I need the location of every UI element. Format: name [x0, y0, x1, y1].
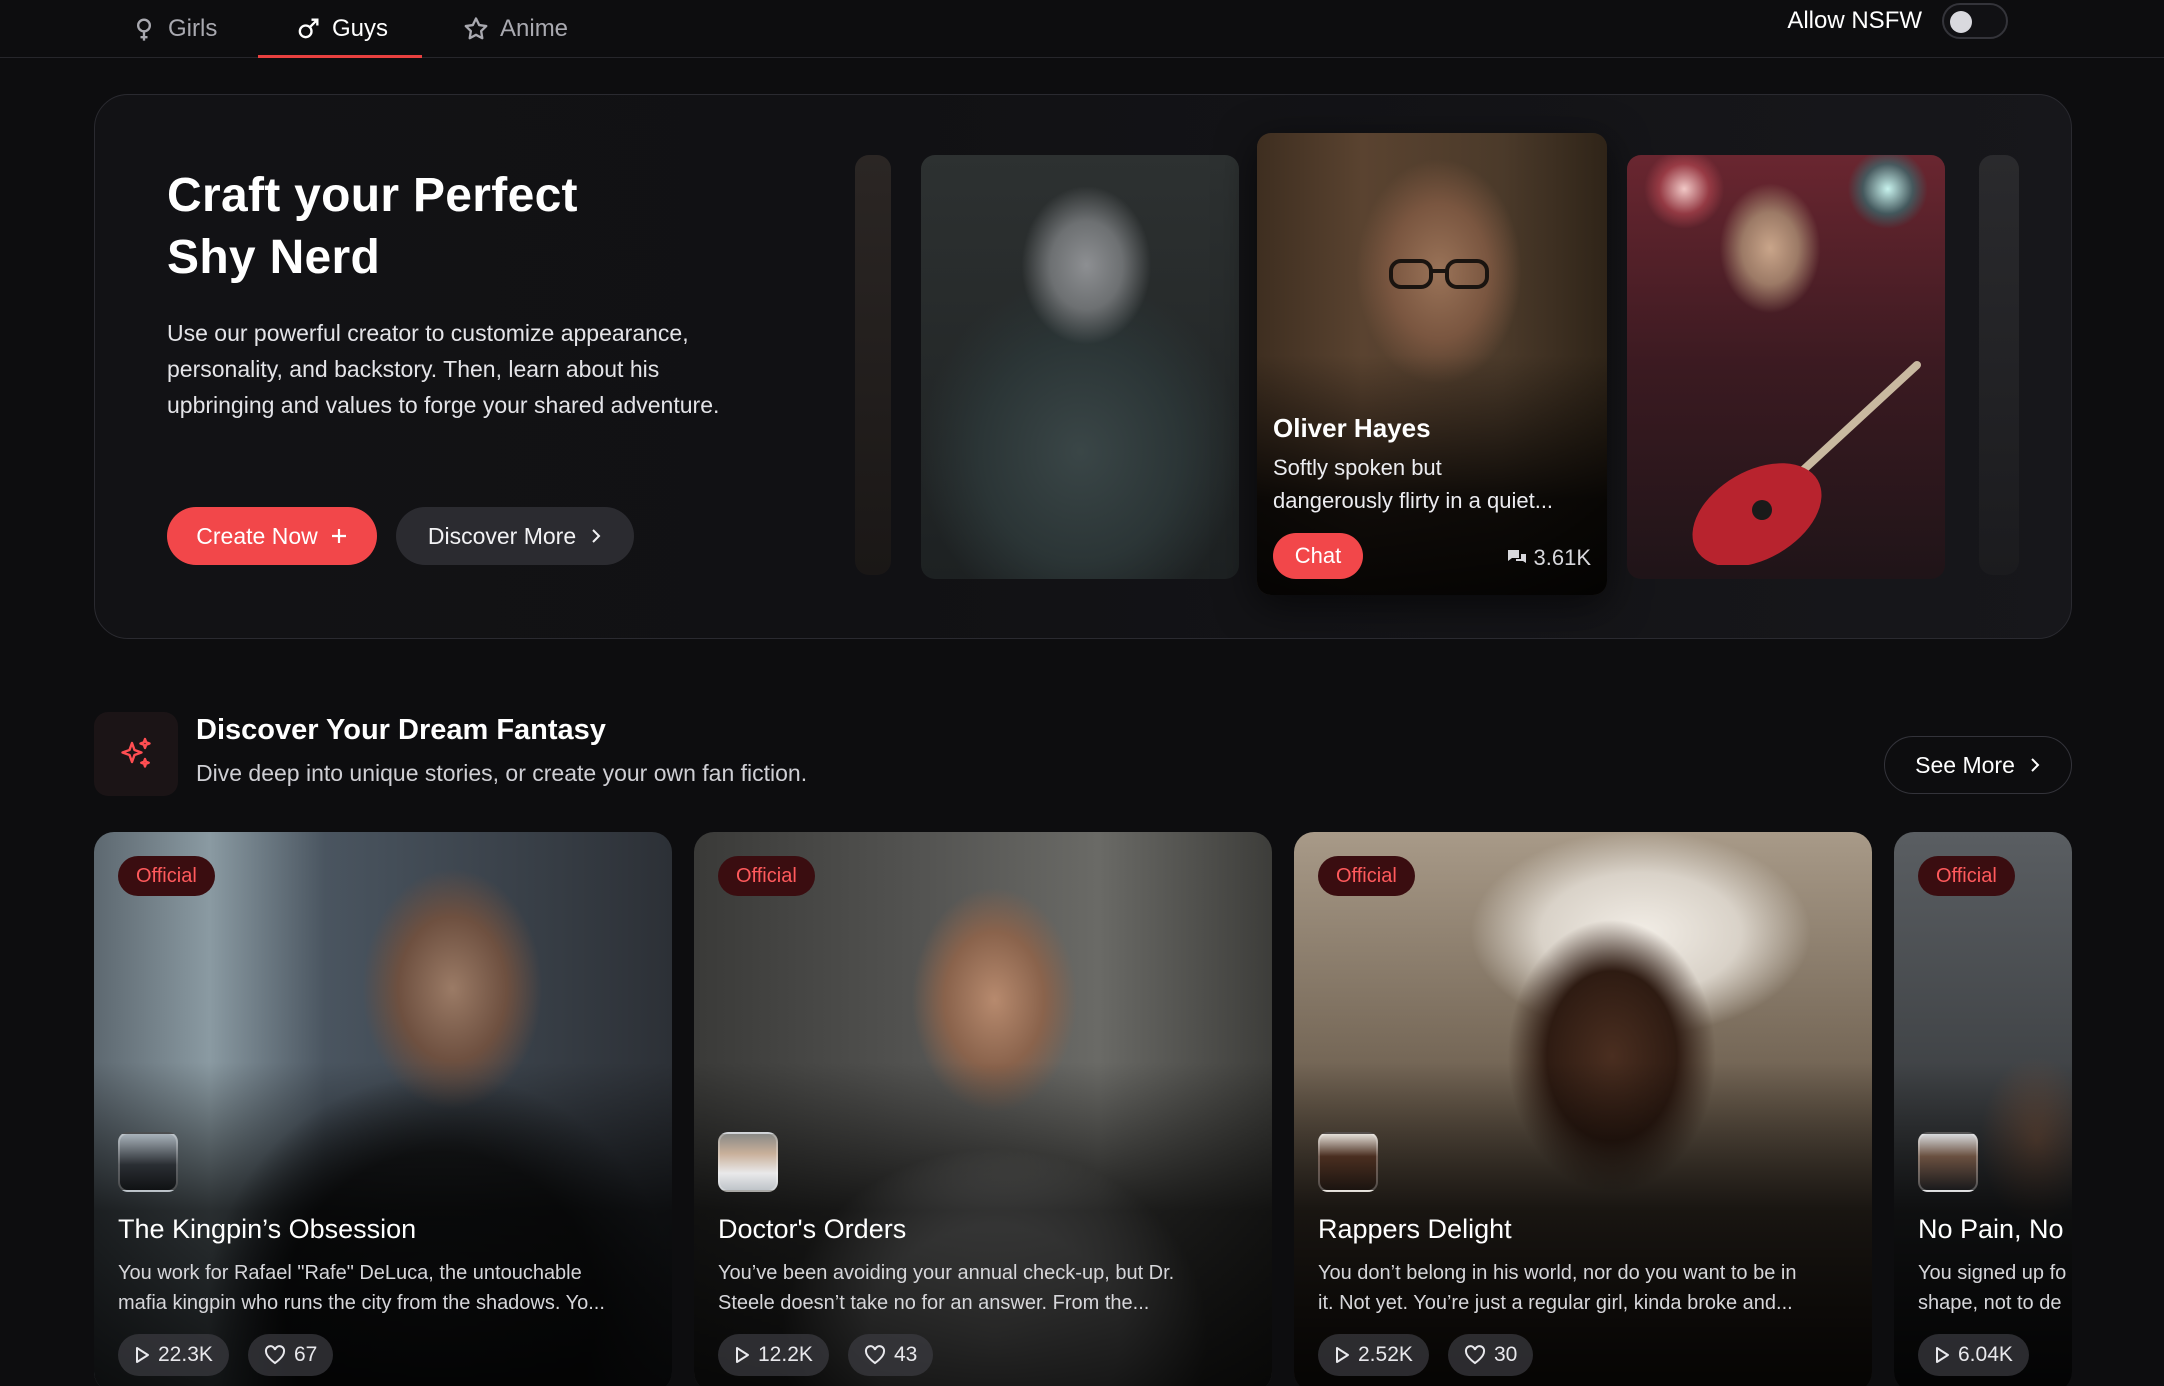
hero-title-line1: Craft your Perfect [167, 169, 578, 222]
story-description: You signed up fo shape, not to de [1918, 1258, 2068, 1318]
avatar [1318, 1132, 1378, 1192]
story-card-doctor[interactable]: Official Doctor's Orders You’ve been avo… [694, 832, 1272, 1386]
hero-title: Craft your Perfect Shy Nerd [167, 165, 767, 289]
play-count: 6.04K [1918, 1334, 2029, 1376]
story-desc-line1: You don’t belong in his world, nor do yo… [1318, 1262, 1797, 1284]
heart-icon [864, 1345, 886, 1365]
guitar-illustration [1692, 361, 1921, 565]
top-nav: Girls Guys Anime Allow NSFW [0, 0, 2164, 58]
tab-girls[interactable]: Girls [120, 0, 227, 58]
section-title: Discover Your Dream Fantasy [196, 714, 606, 746]
carousel-card-featured[interactable]: Oliver Hayes Softly spoken but dangerous… [1257, 133, 1607, 595]
chat-count: 3.61K [1506, 545, 1592, 571]
plus-icon [331, 529, 346, 543]
carousel-card-partial-left[interactable] [855, 155, 891, 575]
official-badge: Official [1918, 856, 2015, 896]
tab-guys[interactable]: Guys [284, 0, 398, 58]
story-desc-line1: You signed up fo [1918, 1262, 2067, 1284]
nsfw-setting: Allow NSFW [1787, 0, 2008, 42]
play-count-value: 2.52K [1358, 1343, 1413, 1366]
story-desc-line2: mafia kingpin who runs the city from the… [118, 1292, 605, 1314]
story-desc-line1: You work for Rafael "Rafe" DeLuca, the u… [118, 1262, 582, 1284]
sparkles-icon [121, 737, 151, 768]
story-desc-line1: You’ve been avoiding your annual check-u… [718, 1262, 1175, 1284]
like-count-value: 43 [894, 1343, 918, 1366]
discover-more-button[interactable]: Discover More [396, 507, 634, 565]
heart-icon [1464, 1345, 1486, 1365]
heart-icon [264, 1345, 286, 1365]
play-icon [136, 1347, 149, 1363]
play-count-value: 6.04K [1958, 1343, 2013, 1366]
story-title: The Kingpin’s Obsession [118, 1214, 417, 1244]
chat-count-value: 3.61K [1533, 545, 1592, 570]
nsfw-label: Allow NSFW [1787, 7, 1922, 34]
hero-title-line2: Shy Nerd [167, 231, 381, 284]
like-count: 43 [848, 1334, 934, 1376]
featured-desc-line2: dangerously flirty in a quiet... [1273, 488, 1554, 513]
featured-character-description: Softly spoken but dangerously flirty in … [1273, 451, 1593, 517]
see-more-button[interactable]: See More [1884, 736, 2072, 794]
female-icon [137, 18, 151, 41]
play-icon [1936, 1347, 1949, 1363]
play-icon [736, 1347, 749, 1363]
official-badge: Official [1318, 856, 1415, 896]
play-count-value: 22.3K [158, 1343, 213, 1366]
male-icon [298, 18, 319, 39]
play-count: 22.3K [118, 1334, 229, 1376]
tab-label: Girls [168, 15, 218, 42]
avatar [118, 1132, 178, 1192]
story-desc-line2: it. Not yet. You’re just a regular girl,… [1318, 1292, 1793, 1314]
story-card-no-pain[interactable]: Official No Pain, No You signed up fo sh… [1894, 832, 2072, 1386]
chat-bubbles-icon [1507, 550, 1526, 563]
section-icon-box [94, 712, 178, 796]
story-title: Doctor's Orders [718, 1214, 907, 1244]
create-now-label: Create Now [196, 522, 318, 549]
section-subtitle: Dive deep into unique stories, or create… [196, 760, 808, 786]
story-desc-line2: shape, not to de [1918, 1292, 2062, 1314]
like-count: 67 [248, 1334, 334, 1376]
like-count-value: 30 [1494, 1343, 1518, 1366]
toggle-knob [1950, 11, 1972, 33]
story-description: You don’t belong in his world, nor do yo… [1318, 1258, 1858, 1318]
featured-desc-line1: Softly spoken but [1273, 455, 1442, 480]
story-title: No Pain, No [1918, 1214, 2064, 1244]
tab-anime[interactable]: Anime [452, 0, 578, 58]
avatar [1918, 1132, 1978, 1192]
chat-button[interactable]: Chat [1273, 533, 1363, 579]
story-desc-line2: Steele doesn’t take no for an answer. Fr… [718, 1292, 1150, 1314]
carousel-card-partial-right[interactable] [1979, 155, 2019, 575]
story-title: Rappers Delight [1318, 1214, 1512, 1244]
hero-banner: Craft your Perfect Shy Nerd Use our powe… [94, 94, 2072, 639]
chevron-right-icon [2031, 758, 2040, 772]
like-count: 30 [1448, 1334, 1534, 1376]
like-count-value: 67 [294, 1343, 318, 1366]
hero-description: Use our powerful creator to customize ap… [167, 320, 720, 418]
play-icon [1336, 1347, 1349, 1363]
see-more-label: See More [1915, 751, 2015, 778]
avatar [718, 1132, 778, 1192]
chevron-right-icon [592, 529, 601, 543]
tab-label: Anime [500, 15, 569, 42]
play-count: 12.2K [718, 1334, 829, 1376]
official-badge: Official [718, 856, 815, 896]
official-badge: Official [118, 856, 215, 896]
story-description: You’ve been avoiding your annual check-u… [718, 1258, 1258, 1318]
story-card-kingpin[interactable]: Official The Kingpin’s Obsession You wor… [94, 832, 672, 1386]
carousel-card-guitarist[interactable] [1627, 155, 1945, 579]
nsfw-toggle[interactable] [1942, 3, 2008, 39]
glasses-illustration [1389, 259, 1489, 289]
story-description: You work for Rafael "Rafe" DeLuca, the u… [118, 1258, 658, 1318]
story-card-rappers[interactable]: Official Rappers Delight You don’t belon… [1294, 832, 1872, 1386]
play-count: 2.52K [1318, 1334, 1429, 1376]
star-icon [464, 17, 488, 40]
discover-more-label: Discover More [427, 522, 577, 549]
play-count-value: 12.2K [758, 1343, 813, 1366]
carousel-card-silver-hair[interactable] [921, 155, 1239, 579]
active-tab-indicator [258, 55, 422, 58]
create-now-button[interactable]: Create Now [167, 507, 377, 565]
tab-label: Guys [332, 15, 389, 42]
featured-character-name: Oliver Hayes [1273, 413, 1431, 443]
